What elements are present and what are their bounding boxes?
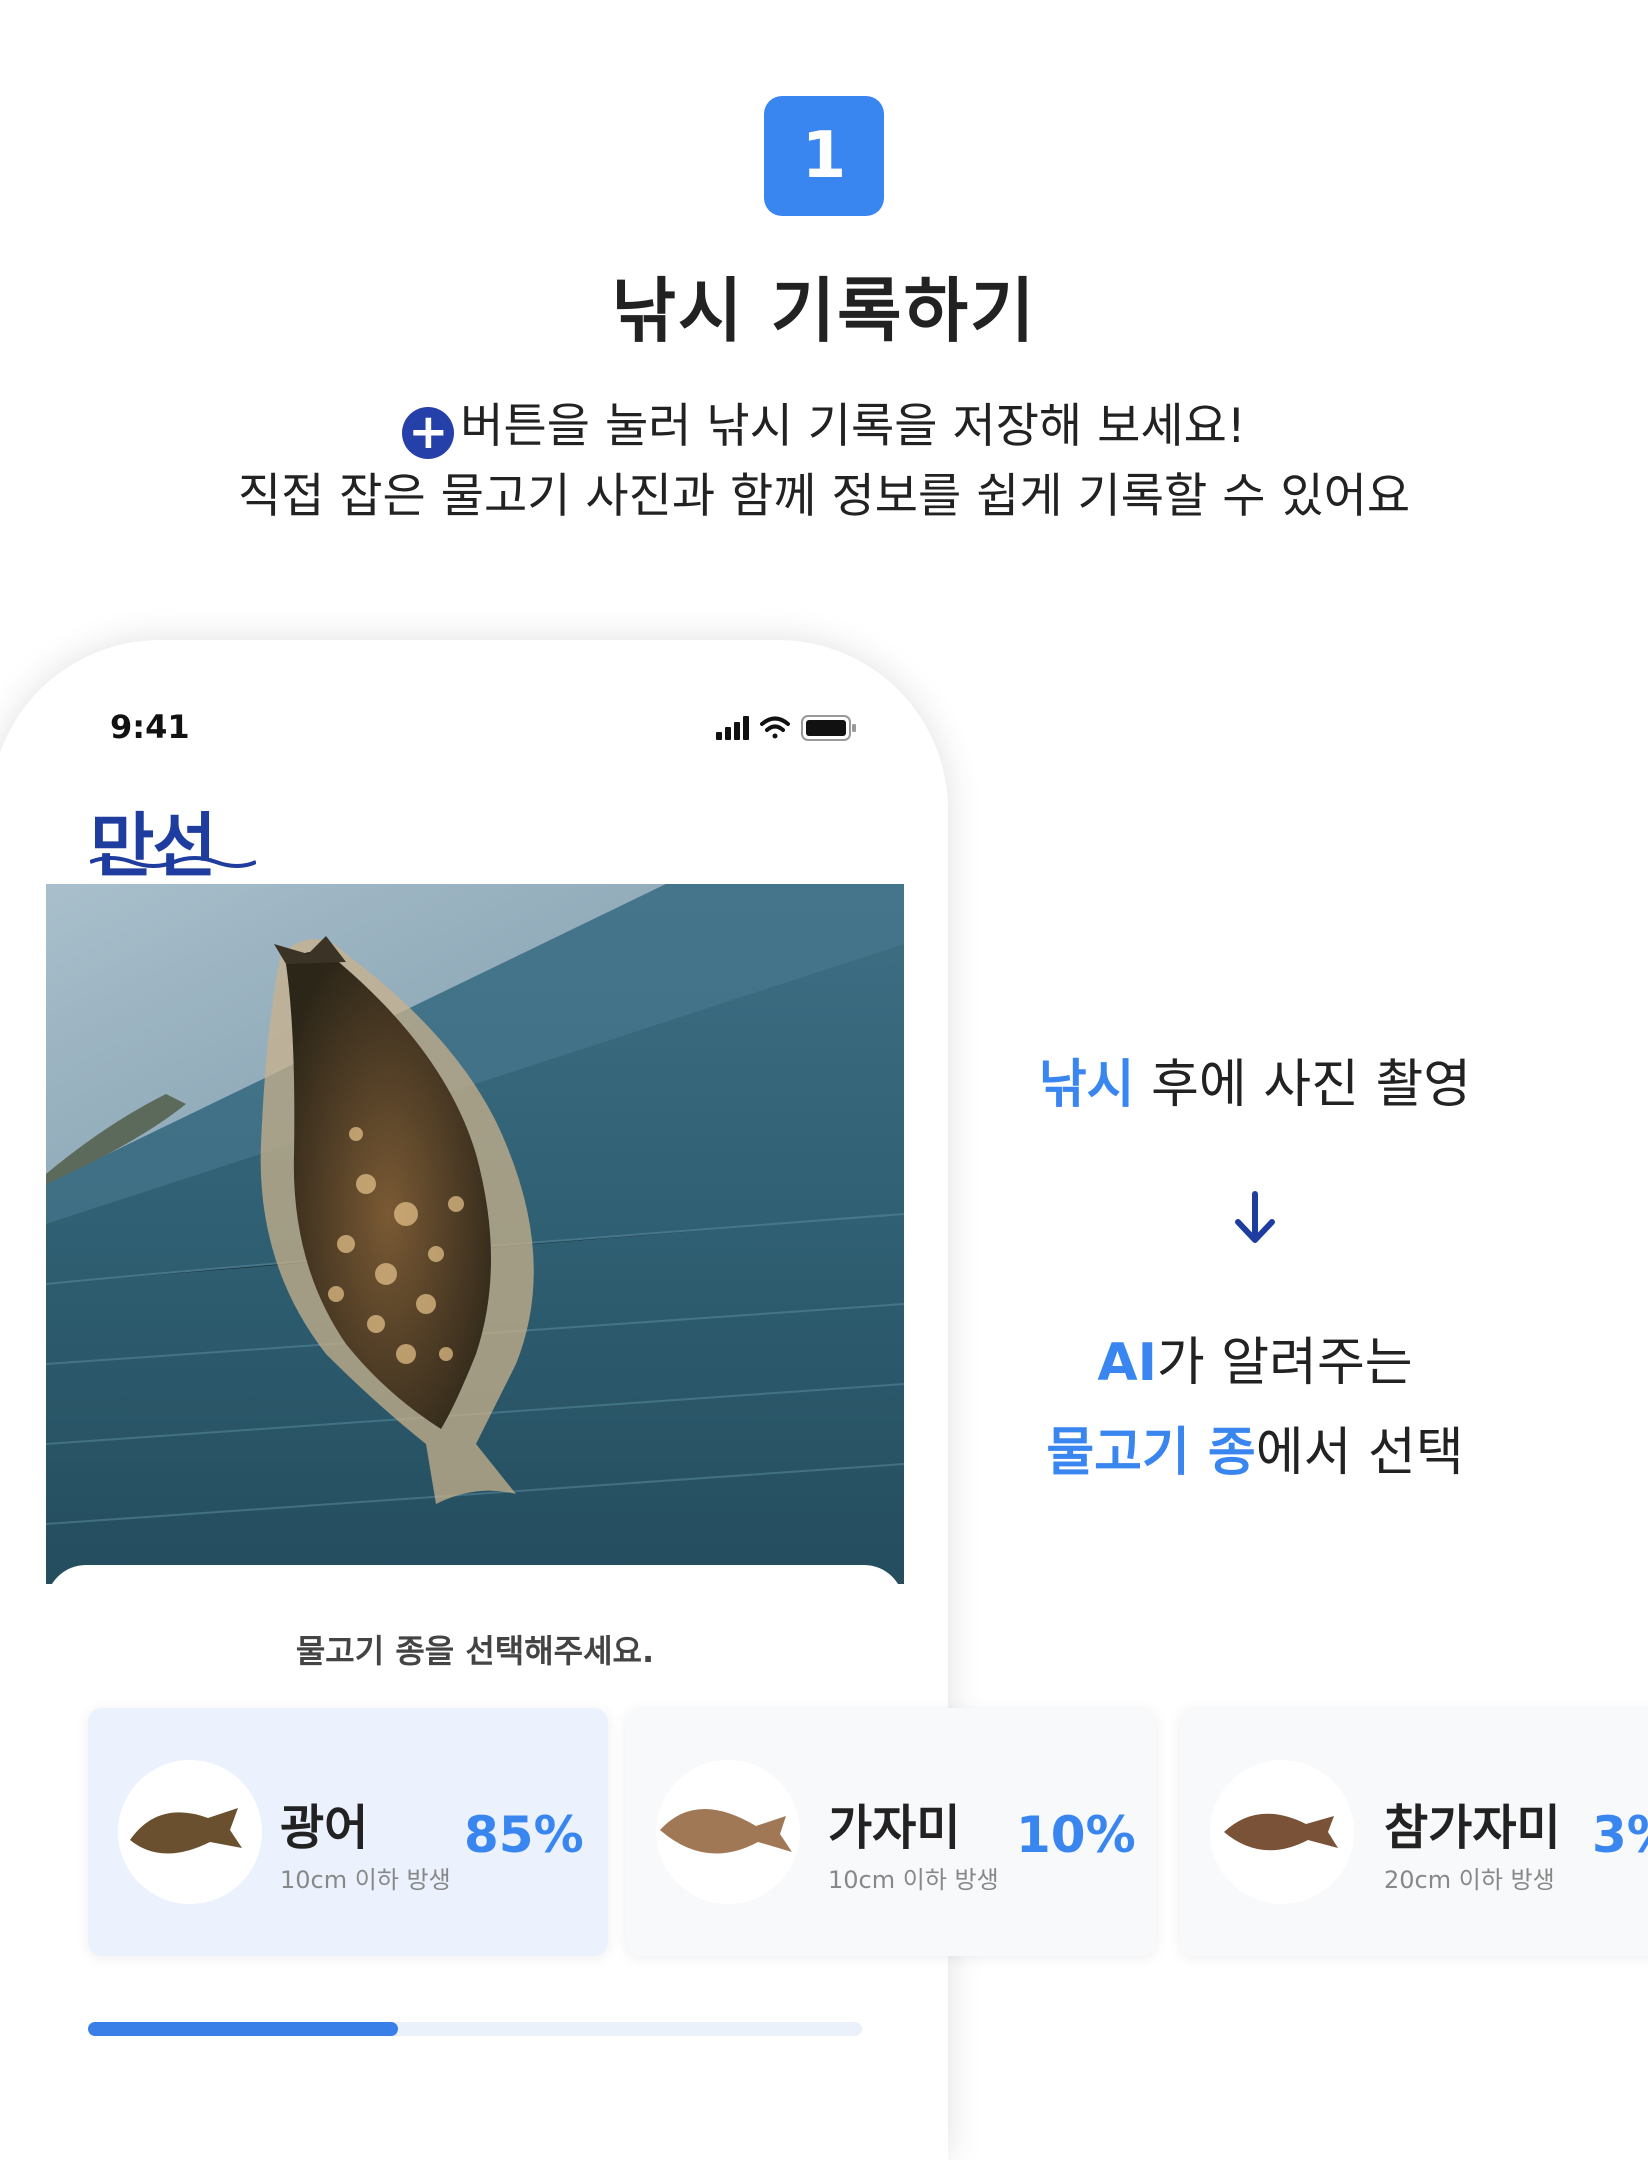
- carousel-progress-fill: [88, 2022, 398, 2036]
- species-card-gwangeo[interactable]: 광어 10cm 이하 방생 85%: [88, 1708, 608, 1956]
- species-confidence: 85%: [464, 1806, 584, 1864]
- species-confidence: 10%: [1016, 1806, 1136, 1864]
- flow-step-1-highlight: 낚시: [1038, 1055, 1135, 1115]
- flow-step-2-text-a: 가 알려주는: [1156, 1333, 1413, 1393]
- flow-step-1: 낚시 후에 사진 촬영: [950, 1042, 1560, 1117]
- sheet-title: 물고기 종을 선택해주세요.: [295, 1632, 655, 1670]
- gwangeo-thumbnail: [118, 1760, 262, 1904]
- wifi-icon: [760, 716, 790, 739]
- plus-icon: +: [402, 407, 455, 459]
- flow-step-1-text: 후에 사진 촬영: [1134, 1055, 1472, 1115]
- flow-step-2-ai: AI: [1097, 1333, 1157, 1393]
- page-title: 낚시 기록하기: [611, 270, 1037, 352]
- description-line-1: + 버튼을 눌러 낚시 기록을 저장해 보세요!: [0, 392, 1648, 462]
- description-line-2: 직접 잡은 물고기 사진과 함께 정보를 쉽게 기록할 수 있어요: [237, 469, 1411, 524]
- species-card-gajami[interactable]: 가자미 10cm 이하 방생 10%: [626, 1708, 1156, 1956]
- battery-icon: [801, 715, 856, 741]
- brand-logo: 만선: [90, 804, 217, 887]
- species-name: 가자미: [828, 1800, 961, 1856]
- status-bar-icons: [716, 715, 856, 741]
- species-confidence: 3%: [1592, 1806, 1648, 1864]
- status-bar-time: 9:41: [110, 708, 190, 746]
- signal-icon: [716, 716, 749, 740]
- arrow-down-icon: [1235, 1191, 1275, 1243]
- species-release-rule: 20cm 이하 방생: [1384, 1866, 1555, 1894]
- species-release-rule: 10cm 이하 방생: [828, 1866, 999, 1894]
- chamgajami-thumbnail: [1210, 1760, 1354, 1904]
- brand-wave: [90, 856, 256, 868]
- flow-step-2-line-1: AI가 알려주는: [950, 1320, 1560, 1395]
- step-number-badge: 1: [764, 96, 884, 216]
- description: + 버튼을 눌러 낚시 기록을 저장해 보세요! 직접 잡은 물고기 사진과 함께…: [0, 392, 1648, 532]
- species-name: 광어: [280, 1800, 369, 1856]
- gajami-thumbnail: [656, 1760, 800, 1904]
- flow-step-2-line-2: 물고기 종에서 선택: [950, 1410, 1560, 1485]
- carousel-progress: [88, 2022, 862, 2036]
- flow-step-2-species: 물고기 종: [1046, 1423, 1256, 1483]
- description-line-1-text: 버튼을 눌러 낚시 기록을 저장해 보세요!: [460, 399, 1246, 454]
- species-name: 참가자미: [1384, 1800, 1561, 1856]
- fish-photo: [46, 884, 904, 1584]
- species-release-rule: 10cm 이하 방생: [280, 1866, 451, 1894]
- species-card-chamgajami[interactable]: 참가자미 20cm 이하 방생 3%: [1180, 1708, 1648, 1956]
- flow-step-2-text-b: 에서 선택: [1255, 1423, 1464, 1483]
